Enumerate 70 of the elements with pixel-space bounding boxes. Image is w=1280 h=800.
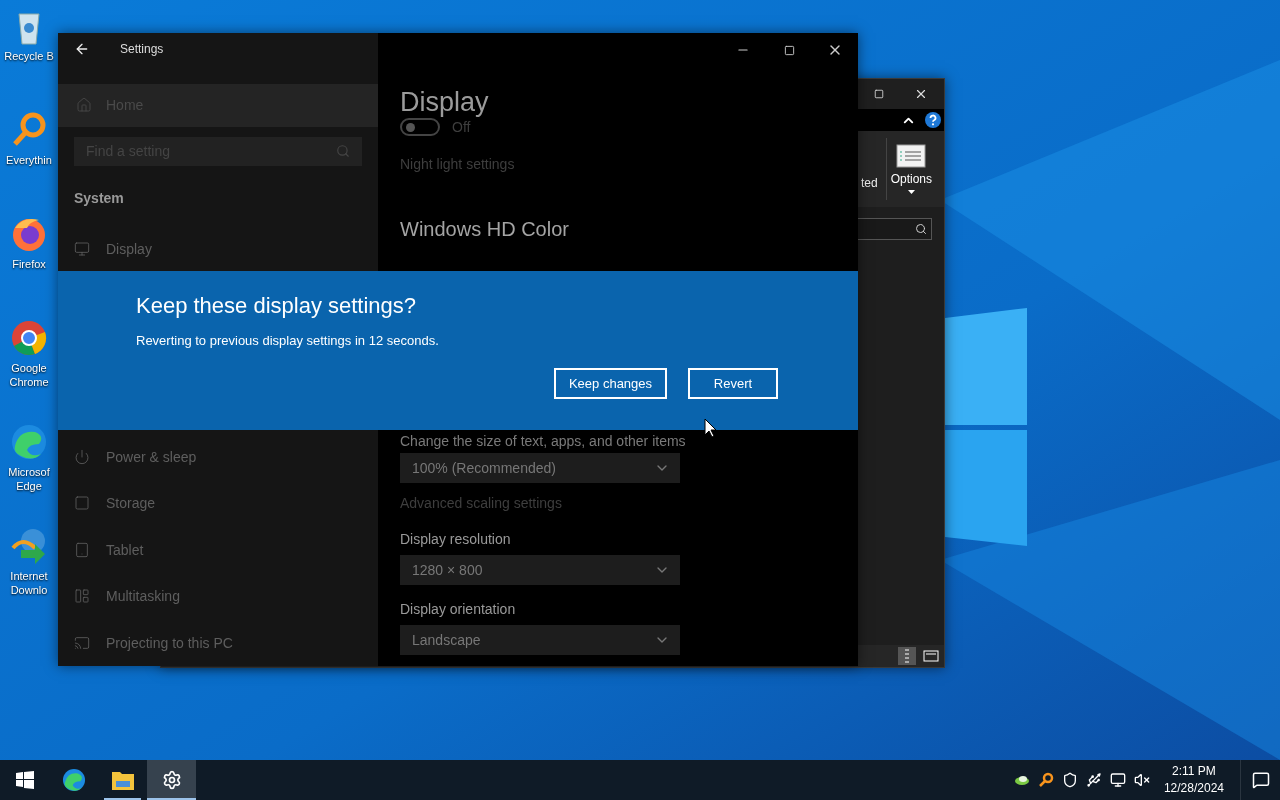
nav-item[interactable]: Multitasking (58, 572, 378, 620)
scale-dropdown[interactable]: 100% (Recommended) (400, 453, 680, 483)
usb-icon[interactable] (1085, 772, 1102, 788)
maximize-icon (783, 44, 795, 56)
nav-item[interactable]: Display (58, 225, 378, 273)
close-icon (914, 87, 928, 101)
dialog-button[interactable]: Revert (688, 368, 778, 399)
page-title: Display (400, 87, 489, 118)
desktop-icon-label[interactable]: Recycle B (1, 49, 57, 63)
nav-label: Power & sleep (106, 448, 197, 465)
drive-icon (74, 495, 90, 512)
nav-label: Projecting to this PC (106, 634, 233, 651)
orientation-dropdown[interactable]: Landscape (400, 625, 680, 655)
mouse-cursor-icon (704, 418, 718, 438)
resolution-dropdown[interactable]: 1280 × 800 (400, 555, 680, 585)
folder-icon (110, 769, 135, 791)
desktop-icon-label[interactable]: Microsof Edge (1, 465, 57, 493)
search-icon (336, 144, 350, 159)
dialog-button[interactable]: Keep changes (554, 368, 667, 399)
magnifier-icon[interactable] (1037, 772, 1054, 788)
cloud-icon[interactable] (1013, 774, 1030, 786)
nav-item[interactable]: Power & sleep (58, 433, 378, 480)
options-list-icon (896, 144, 927, 168)
search-icon (915, 223, 927, 235)
desktop-icon-label[interactable]: Everythin (1, 153, 57, 167)
notification-icon (1251, 771, 1270, 789)
shield-icon[interactable] (1061, 772, 1078, 788)
dialog-message: Reverting to previous display settings in 12 seconds. (136, 333, 440, 348)
wave-icon[interactable] (9, 422, 49, 462)
resolution-label: Display resolution (400, 531, 511, 547)
maximize-icon (874, 89, 884, 99)
orientation-label: Display orientation (400, 601, 516, 617)
nav-label: Multitasking (106, 588, 180, 605)
night-light-toggle[interactable] (400, 118, 440, 136)
help-icon[interactable] (924, 111, 942, 129)
advanced-scaling-link[interactable]: Advanced scaling settings (400, 495, 562, 511)
home-icon (76, 97, 92, 114)
dialog-title: Keep these display settings? (136, 293, 418, 319)
ribbon-label: ted (860, 176, 878, 190)
section-heading: Windows HD Color (400, 218, 569, 241)
windows-logo-icon (15, 771, 34, 789)
settings-icon (161, 770, 182, 790)
nav-label: Tablet (106, 541, 144, 558)
nav-label: Storage (106, 495, 156, 512)
nav-label: Display (106, 241, 152, 257)
monitor-icon (74, 241, 90, 257)
desktop-icon-label[interactable]: Firefox (1, 257, 57, 271)
details-view-icon[interactable] (898, 647, 916, 665)
projector-icon (74, 634, 90, 651)
tiles-view-icon[interactable] (922, 648, 940, 664)
window-title: Settings (120, 42, 164, 57)
toggle-state: Off (452, 119, 471, 135)
options-button[interactable]: Options (885, 138, 936, 200)
clock[interactable]: 2:11 PM 12/28/2024 (1163, 763, 1224, 797)
volume-muted-icon[interactable] (1133, 772, 1150, 788)
nav-item[interactable]: Tablet (58, 526, 378, 573)
night-light-link[interactable]: Night light settings (400, 156, 515, 172)
scale-label: Change the size of text, apps, and other items (400, 433, 686, 449)
dropdown-arrow-icon (907, 190, 915, 194)
desktop-icon-label[interactable]: Google Chrome (1, 361, 57, 389)
tricolor-circle-icon[interactable] (9, 318, 49, 358)
wave-icon (60, 767, 87, 793)
section-heading: System (74, 189, 125, 206)
tablet-icon (74, 541, 90, 558)
power-icon (74, 448, 90, 465)
nav-item[interactable]: Projecting to this PC (58, 619, 378, 666)
panels-icon (74, 588, 90, 605)
desktop-icon-label[interactable]: Internet Downlo (1, 569, 57, 597)
nav-item[interactable]: Storage (58, 479, 378, 527)
taskbar-app[interactable] (147, 760, 196, 800)
